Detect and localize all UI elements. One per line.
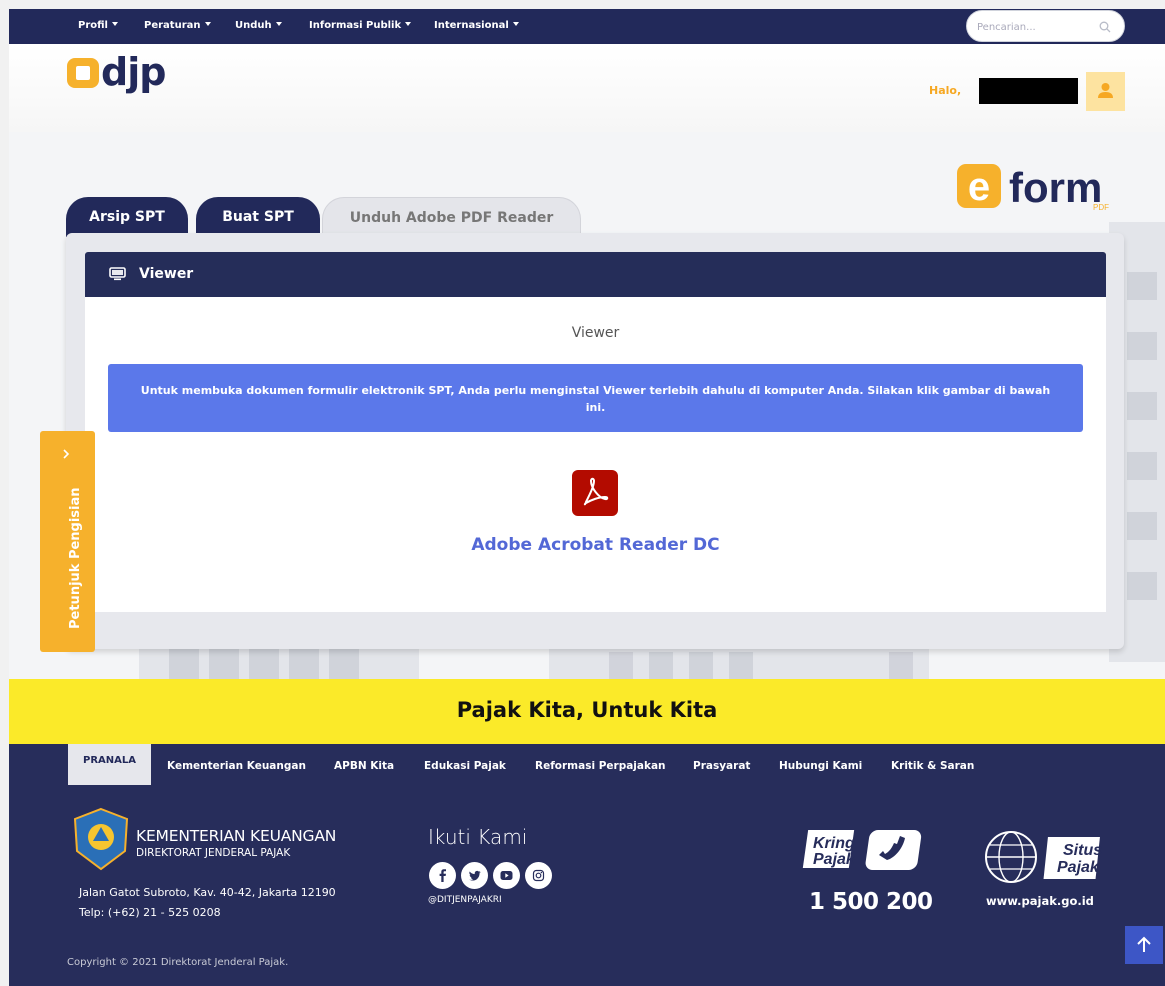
menu-label: Informasi Publik [309, 20, 402, 31]
caret-down-icon [512, 22, 519, 26]
instagram-button[interactable] [525, 862, 552, 889]
top-navbar: Profil Peraturan Unduh Informasi Publik … [9, 9, 1165, 44]
social-handle: @DITJENPAJAKRI [428, 895, 502, 905]
address-line: Jalan Gatot Subroto, Kav. 40-42, Jakarta… [79, 886, 336, 899]
footer-link-hubungi-kami[interactable]: Hubungi Kami [779, 760, 862, 772]
menu-internasional[interactable]: Internasional [434, 20, 519, 31]
menu-label: Profil [78, 20, 108, 31]
tagline-text: Pajak Kita, Untuk Kita [456, 698, 718, 722]
tab-arsip-spt[interactable]: Arsip SPT [66, 197, 188, 237]
phone-line: Telp: (+62) 21 - 525 0208 [79, 906, 221, 919]
caret-down-icon [111, 22, 118, 26]
eform-logo-icon: e form PDF [957, 164, 1109, 210]
user-menu-button[interactable] [1086, 72, 1125, 111]
search-input[interactable] [977, 18, 1087, 36]
kring-pajak-number: 1 500 200 [809, 889, 933, 915]
svg-text:PDF: PDF [1093, 203, 1109, 210]
adobe-reader-download-link[interactable]: Adobe Acrobat Reader DC [85, 535, 1106, 555]
menu-unduh[interactable]: Unduh [235, 20, 282, 31]
petunjuk-pengisian-sidetab[interactable]: Petunjuk Pengisian [40, 431, 95, 652]
situs-pajak-logo-icon: Situs Pajak [985, 831, 1102, 883]
viewer-subtitle: Viewer [571, 325, 620, 341]
chevron-right-icon [63, 449, 70, 459]
instagram-icon [532, 869, 545, 882]
kring-label-2: Pajak [813, 851, 856, 868]
adobe-pdf-icon[interactable] [572, 470, 618, 516]
site-header: djp Halo, [9, 44, 1165, 132]
menu-peraturan[interactable]: Peraturan [144, 20, 211, 31]
pranala-label: PRANALA [68, 744, 151, 785]
footer-link-reformasi-perpajakan[interactable]: Reformasi Perpajakan [535, 760, 666, 772]
situs-label-2: Pajak [1057, 859, 1100, 876]
copyright-text: Copyright © 2021 Direktorat Jenderal Paj… [67, 957, 289, 968]
org-subname: DIREKTORAT JENDERAL PAJAK [136, 847, 291, 859]
menu-informasi-publik[interactable]: Informasi Publik [309, 20, 412, 31]
menu-label: Peraturan [144, 20, 201, 31]
search-box [966, 10, 1125, 42]
address-block: Jalan Gatot Subroto, Kav. 40-42, Jakarta… [79, 883, 336, 923]
panel-title: Viewer [139, 266, 194, 282]
footer-link-apbn-kita[interactable]: APBN Kita [334, 760, 394, 772]
viewer-panel-body: Viewer Untuk membuka dokumen formulir el… [85, 297, 1106, 612]
situs-label-1: Situs [1063, 842, 1102, 859]
caret-down-icon [204, 22, 211, 26]
menu-label: Internasional [434, 20, 509, 31]
viewer-panel-header: Viewer [85, 252, 1106, 297]
menu-label: Unduh [235, 20, 272, 31]
twitter-button[interactable] [461, 862, 488, 889]
facebook-icon [439, 869, 446, 882]
info-alert: Untuk membuka dokumen formulir elektroni… [108, 364, 1083, 432]
page: Profil Peraturan Unduh Informasi Publik … [9, 9, 1165, 986]
facebook-button[interactable] [429, 862, 456, 889]
caret-down-icon [405, 22, 412, 26]
caret-down-icon [275, 22, 282, 26]
org-name: KEMENTERIAN KEUANGAN [136, 827, 337, 845]
site-footer: PRANALA Kementerian Keuangan APBN Kita E… [9, 744, 1165, 986]
tab-content-card: Viewer Viewer Untuk membuka dokumen form… [66, 233, 1124, 649]
redacted-username [979, 78, 1078, 104]
sidetab-label: Petunjuk Pengisian [68, 487, 83, 629]
footer-link-kementerian-keuangan[interactable]: Kementerian Keuangan [167, 760, 306, 772]
kring-label-1: Kring [813, 835, 855, 852]
greeting-text: Halo, [929, 84, 962, 97]
main-content: e form PDF Arsip SPT Buat SPT Unduh Adob… [9, 132, 1165, 679]
kemenkeu-logo-icon [73, 807, 129, 871]
monitor-icon [109, 267, 126, 281]
footer-link-edukasi-pajak[interactable]: Edukasi Pajak [424, 760, 506, 772]
youtube-icon [500, 871, 513, 880]
kring-pajak-logo-icon: Kring Pajak [802, 830, 922, 870]
menu-profil[interactable]: Profil [78, 20, 118, 31]
tagline-band: Pajak Kita, Untuk Kita [9, 679, 1165, 744]
acrobat-icon [583, 477, 609, 506]
arrow-up-icon [1137, 936, 1151, 952]
user-icon [1098, 83, 1113, 98]
twitter-icon [469, 870, 481, 881]
youtube-button[interactable] [493, 862, 520, 889]
tab-buat-spt[interactable]: Buat SPT [196, 197, 320, 237]
tab-unduh-adobe-pdf-reader[interactable]: Unduh Adobe PDF Reader [322, 197, 581, 237]
follow-us-title: Ikuti Kami [428, 825, 528, 849]
back-to-top-button[interactable] [1125, 926, 1163, 964]
situs-pajak-url[interactable]: www.pajak.go.id [986, 894, 1094, 908]
djp-logo-text[interactable]: djp [101, 50, 166, 94]
svg-text:e: e [968, 165, 990, 209]
djp-logo-icon[interactable] [67, 58, 99, 88]
footer-link-kritik-saran[interactable]: Kritik & Saran [891, 760, 974, 772]
search-icon[interactable] [1099, 21, 1111, 33]
svg-text:form: form [1009, 164, 1102, 210]
footer-link-prasyarat[interactable]: Prasyarat [693, 760, 750, 772]
